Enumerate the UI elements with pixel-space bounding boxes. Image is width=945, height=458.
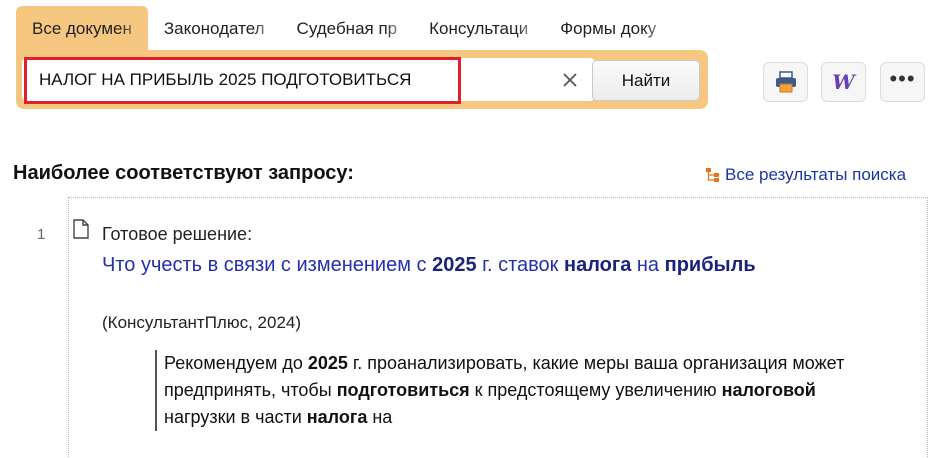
tab-consultations[interactable]: Консультаци: [413, 6, 545, 50]
snippet-text: нагрузки в части: [164, 407, 307, 427]
tab-label: Консультаци: [429, 19, 529, 38]
tab-label: Все докумен: [32, 19, 132, 38]
tab-label: Законодател: [163, 19, 265, 38]
section-title: Наиболее соответствуют запросу:: [13, 162, 354, 184]
title-text: на: [631, 254, 665, 276]
snippet-keyword: налоговой: [721, 380, 816, 400]
tab-court-practice[interactable]: Судебная пр: [281, 6, 414, 50]
result-type: Готовое решение:: [102, 224, 253, 244]
more-button[interactable]: •••: [880, 62, 925, 102]
print-button[interactable]: [763, 62, 808, 102]
printer-icon: [775, 71, 796, 93]
all-results-link[interactable]: Все результаты поиска: [706, 165, 906, 185]
result-source: (КонсультантПлюс, 2024): [102, 313, 302, 332]
title-keyword: 2025: [432, 254, 477, 276]
title-keyword: налога: [564, 254, 632, 276]
search-tabs: Все докумен Законодател Судебная пр Конс…: [16, 6, 673, 50]
tab-label: Формы доку: [560, 19, 657, 38]
all-results-label: Все результаты поиска: [725, 165, 907, 184]
search-input[interactable]: [22, 58, 562, 101]
tab-document-forms[interactable]: Формы доку: [544, 6, 673, 50]
title-text: г. ставок: [476, 254, 564, 276]
result-number: 1: [37, 226, 46, 243]
close-icon[interactable]: [560, 70, 580, 90]
word-export-icon: W: [832, 70, 855, 94]
snippet-text: на: [367, 407, 393, 427]
snippet-text: к предстоящему увеличению: [469, 380, 722, 400]
word-export-button[interactable]: W: [821, 62, 866, 102]
result-snippet: Рекомендуем до 2025 г. проанализировать,…: [155, 350, 864, 431]
tab-legislation[interactable]: Законодател: [148, 6, 281, 50]
search-field: [22, 58, 595, 101]
snippet-keyword: подготовиться: [336, 380, 470, 400]
snippet-text: Рекомендуем до: [164, 353, 308, 373]
more-icon: •••: [889, 66, 916, 91]
document-icon: [73, 219, 89, 239]
tree-icon: [706, 168, 719, 182]
title-keyword: прибыль: [664, 254, 756, 276]
snippet-keyword: 2025: [307, 353, 348, 373]
find-button[interactable]: Найти: [592, 60, 700, 101]
title-text: Что учесть в связи с изменением с: [102, 254, 433, 276]
tab-label: Судебная пр: [296, 19, 398, 38]
snippet-keyword: налога: [306, 407, 368, 427]
tab-all-documents[interactable]: Все докумен: [16, 6, 148, 50]
result-title-link[interactable]: Что учесть в связи с изменением с 2025 г…: [102, 250, 802, 281]
